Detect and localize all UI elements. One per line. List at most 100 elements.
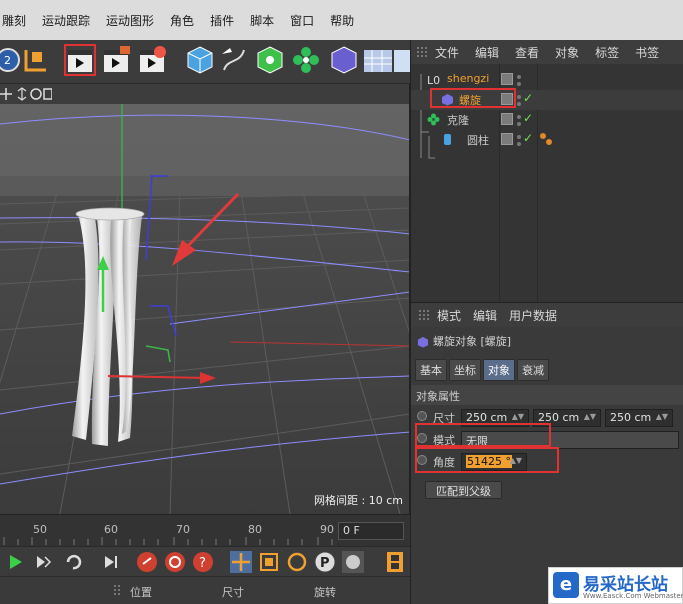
- layer-chip[interactable]: [501, 133, 513, 145]
- menu-item-plugins[interactable]: 插件: [210, 12, 234, 29]
- timeline-ruler[interactable]: 50 60 70 80 90 0 F: [0, 514, 410, 546]
- menu-bar: 雕刻 运动跟踪 运动图形 角色 插件 脚本 窗口 帮助: [0, 0, 683, 40]
- floor-icon[interactable]: [362, 44, 394, 76]
- menu-item-motion-tracking[interactable]: 运动跟踪: [42, 12, 90, 29]
- layer-chip[interactable]: [501, 73, 513, 85]
- viewport-nav-icons[interactable]: [0, 87, 52, 101]
- animate-toggle[interactable]: [417, 411, 427, 421]
- timeline-ticks: [3, 537, 333, 545]
- go-to-end-icon[interactable]: [100, 551, 122, 573]
- next-frame-icon[interactable]: [32, 551, 54, 573]
- attribute-manager-menu: 模式 编辑 用户数据: [411, 303, 683, 327]
- keyframe-selection-icon[interactable]: ?: [192, 551, 214, 573]
- coordinate-system-icon[interactable]: [20, 44, 52, 76]
- obj-menu-tags[interactable]: 标签: [595, 44, 619, 61]
- menu-item-sculpt[interactable]: 雕刻: [2, 12, 26, 29]
- null-object-icon: L0: [427, 74, 440, 86]
- obj-menu-file[interactable]: 文件: [435, 44, 459, 61]
- helix-deformer-icon: [417, 336, 429, 348]
- size-z-field[interactable]: 250 cm ▲▼: [605, 409, 673, 427]
- menu-item-mograph[interactable]: 运动图形: [106, 12, 154, 29]
- visibility-dot[interactable]: [517, 122, 521, 126]
- deformer-icon[interactable]: [328, 44, 360, 76]
- enabled-check-icon[interactable]: ✓: [523, 91, 533, 105]
- spinner-icon[interactable]: ▲▼: [512, 412, 524, 421]
- viewport-header: [0, 84, 409, 104]
- tab-object[interactable]: 对象: [483, 359, 515, 381]
- site-watermark: e 易采站长站 Www.Easck.Com Webmaster: [548, 567, 683, 604]
- svg-text:?: ?: [199, 556, 206, 571]
- tab-falloff[interactable]: 衰减: [517, 359, 549, 381]
- current-frame-field[interactable]: 0 F: [338, 522, 404, 540]
- play-forward-icon[interactable]: [4, 551, 26, 573]
- obj-menu-object[interactable]: 对象: [555, 44, 579, 61]
- visibility-dot[interactable]: [517, 115, 521, 119]
- obj-menu-edit[interactable]: 编辑: [475, 44, 499, 61]
- phong-tag-icon[interactable]: [539, 132, 553, 146]
- timeline-tick-70: 70: [176, 523, 190, 536]
- visibility-dot[interactable]: [517, 142, 521, 146]
- cloner-toolbar-icon[interactable]: [290, 44, 322, 76]
- auto-key-icon[interactable]: [164, 551, 186, 573]
- point-level-icon[interactable]: [342, 551, 364, 573]
- menu-item-character[interactable]: 角色: [170, 12, 194, 29]
- visibility-dot[interactable]: [517, 135, 521, 139]
- layer-chip[interactable]: [501, 113, 513, 125]
- object-row-cloner[interactable]: 克隆 ✓: [411, 110, 683, 130]
- record-keys-icon[interactable]: [136, 551, 158, 573]
- move-key-icon[interactable]: [230, 551, 252, 573]
- visibility-dot[interactable]: [517, 75, 521, 79]
- attribute-tabs: 基本 坐标 对象 衰减: [415, 359, 549, 381]
- tab-basic[interactable]: 基本: [415, 359, 447, 381]
- obj-menu-view[interactable]: 查看: [515, 44, 539, 61]
- pen-spline-icon[interactable]: [218, 44, 250, 76]
- spinner-icon[interactable]: ▲▼: [656, 412, 668, 421]
- subdivision-icon[interactable]: [254, 44, 286, 76]
- menu-item-window[interactable]: 窗口: [290, 12, 314, 29]
- rotate-key-icon[interactable]: [286, 551, 308, 573]
- main-toolbar: 2: [0, 40, 410, 84]
- menu-item-script[interactable]: 脚本: [250, 12, 274, 29]
- coord-position-label: 位置: [130, 586, 152, 599]
- visibility-dot[interactable]: [517, 82, 521, 86]
- render-view-icon[interactable]: [64, 44, 96, 76]
- sky-icon[interactable]: [394, 44, 410, 76]
- object-manager: 文件 编辑 查看 对象 标签 书签 L0 shengzi 螺旋 ✓ 克隆 ✓ 圆…: [410, 40, 683, 302]
- timeline-tick-50: 50: [33, 523, 47, 536]
- parameter-key-icon[interactable]: P: [314, 551, 336, 573]
- visibility-dot[interactable]: [517, 95, 521, 99]
- size-z-value: 250 cm: [610, 411, 652, 424]
- cube-icon[interactable]: [184, 44, 216, 76]
- enabled-check-icon[interactable]: ✓: [523, 111, 533, 125]
- site-url-text: Www.Easck.Com Webmaster: [583, 592, 683, 600]
- attr-menu-edit[interactable]: 编辑: [473, 307, 497, 324]
- visibility-dot[interactable]: [517, 102, 521, 106]
- spinner-icon[interactable]: ▲▼: [584, 412, 596, 421]
- svg-text:L0: L0: [427, 74, 440, 86]
- attr-menu-user-data[interactable]: 用户数据: [509, 307, 557, 324]
- site-logo-icon: e: [553, 572, 579, 598]
- attribute-manager: 模式 编辑 用户数据 螺旋对象 [螺旋] 基本 坐标 对象 衰减 对象属性 尺寸…: [410, 302, 683, 604]
- menu-item-help[interactable]: 帮助: [330, 12, 354, 29]
- timeline-tick-60: 60: [104, 523, 118, 536]
- loop-icon[interactable]: [62, 551, 84, 573]
- attr-menu-mode[interactable]: 模式: [437, 307, 461, 324]
- panel-grip-icon: [419, 310, 429, 320]
- obj-menu-bookmarks[interactable]: 书签: [635, 44, 659, 61]
- object-row-cylinder[interactable]: 圆柱 ✓: [411, 130, 683, 150]
- render-to-viewer-icon[interactable]: [100, 44, 132, 76]
- main-menu: 雕刻 运动跟踪 运动图形 角色 插件 脚本 窗口 帮助: [0, 0, 354, 40]
- render-settings-icon[interactable]: [136, 44, 168, 76]
- scale-key-icon[interactable]: [258, 551, 280, 573]
- viewport-3d[interactable]: 网格间距 : 10 cm: [0, 84, 410, 514]
- red-highlight-box: [430, 88, 516, 108]
- object-row-shengzi[interactable]: L0 shengzi: [411, 70, 683, 90]
- coord-size-label: 尺寸: [222, 586, 244, 599]
- coordinates-header: 位置 尺寸 旋转: [0, 576, 410, 604]
- tab-coordinates[interactable]: 坐标: [449, 359, 481, 381]
- object-name: shengzi: [447, 72, 490, 85]
- film-icon[interactable]: [384, 551, 406, 573]
- red-highlight-box: [415, 447, 559, 473]
- fit-to-parent-button[interactable]: 匹配到父级: [425, 481, 502, 499]
- enabled-check-icon[interactable]: ✓: [523, 131, 533, 145]
